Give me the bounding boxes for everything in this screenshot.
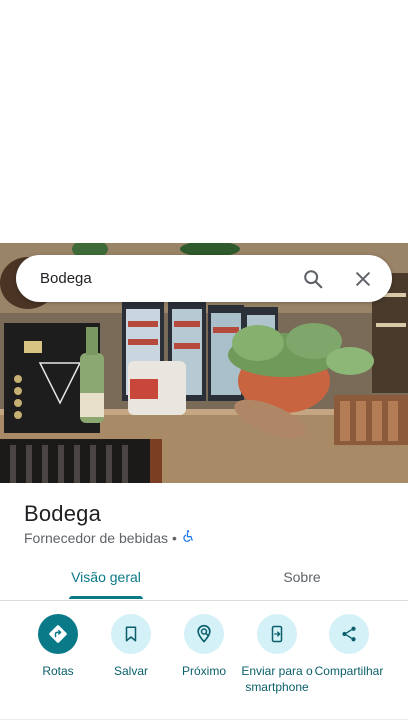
tab-bar: Visão geral Sobre <box>0 555 408 601</box>
tab-overview[interactable]: Visão geral <box>56 555 156 599</box>
place-name: Bodega <box>24 501 102 526</box>
search-icon[interactable] <box>295 261 331 297</box>
share-label: Compartilhar <box>314 664 384 678</box>
nearby-icon <box>184 614 224 654</box>
save-button[interactable]: Salvar <box>91 614 171 679</box>
send-to-phone-icon <box>257 614 297 654</box>
search-input[interactable]: Bodega <box>40 270 295 287</box>
send-to-phone-label: Enviar para o smartphone <box>241 664 313 694</box>
close-icon[interactable] <box>345 261 381 297</box>
place-category: Fornecedor de bebidas <box>24 529 168 546</box>
tab-about[interactable]: Sobre <box>252 555 352 599</box>
action-buttons: Rotas Salvar Próximo Enviar para o smart… <box>0 614 408 714</box>
nearby-label: Próximo <box>181 664 226 678</box>
map-blank-area <box>0 0 408 243</box>
wheelchair-icon <box>181 529 195 546</box>
directions-button[interactable]: Rotas <box>18 614 98 679</box>
directions-label: Rotas <box>42 664 74 678</box>
tab-selected-indicator <box>69 596 143 599</box>
search-bar[interactable]: Bodega <box>16 255 392 302</box>
divider <box>0 719 408 720</box>
nearby-button[interactable]: Próximo <box>164 614 244 679</box>
send-to-phone-button[interactable]: Enviar para o smartphone <box>237 614 317 695</box>
place-subtitle: Fornecedor de bebidas • <box>24 529 195 546</box>
separator-dot: • <box>172 529 177 546</box>
save-label: Salvar <box>113 664 148 678</box>
share-button[interactable]: Compartilhar <box>309 614 389 679</box>
bookmark-icon <box>111 614 151 654</box>
directions-icon <box>38 614 78 654</box>
share-icon <box>329 614 369 654</box>
